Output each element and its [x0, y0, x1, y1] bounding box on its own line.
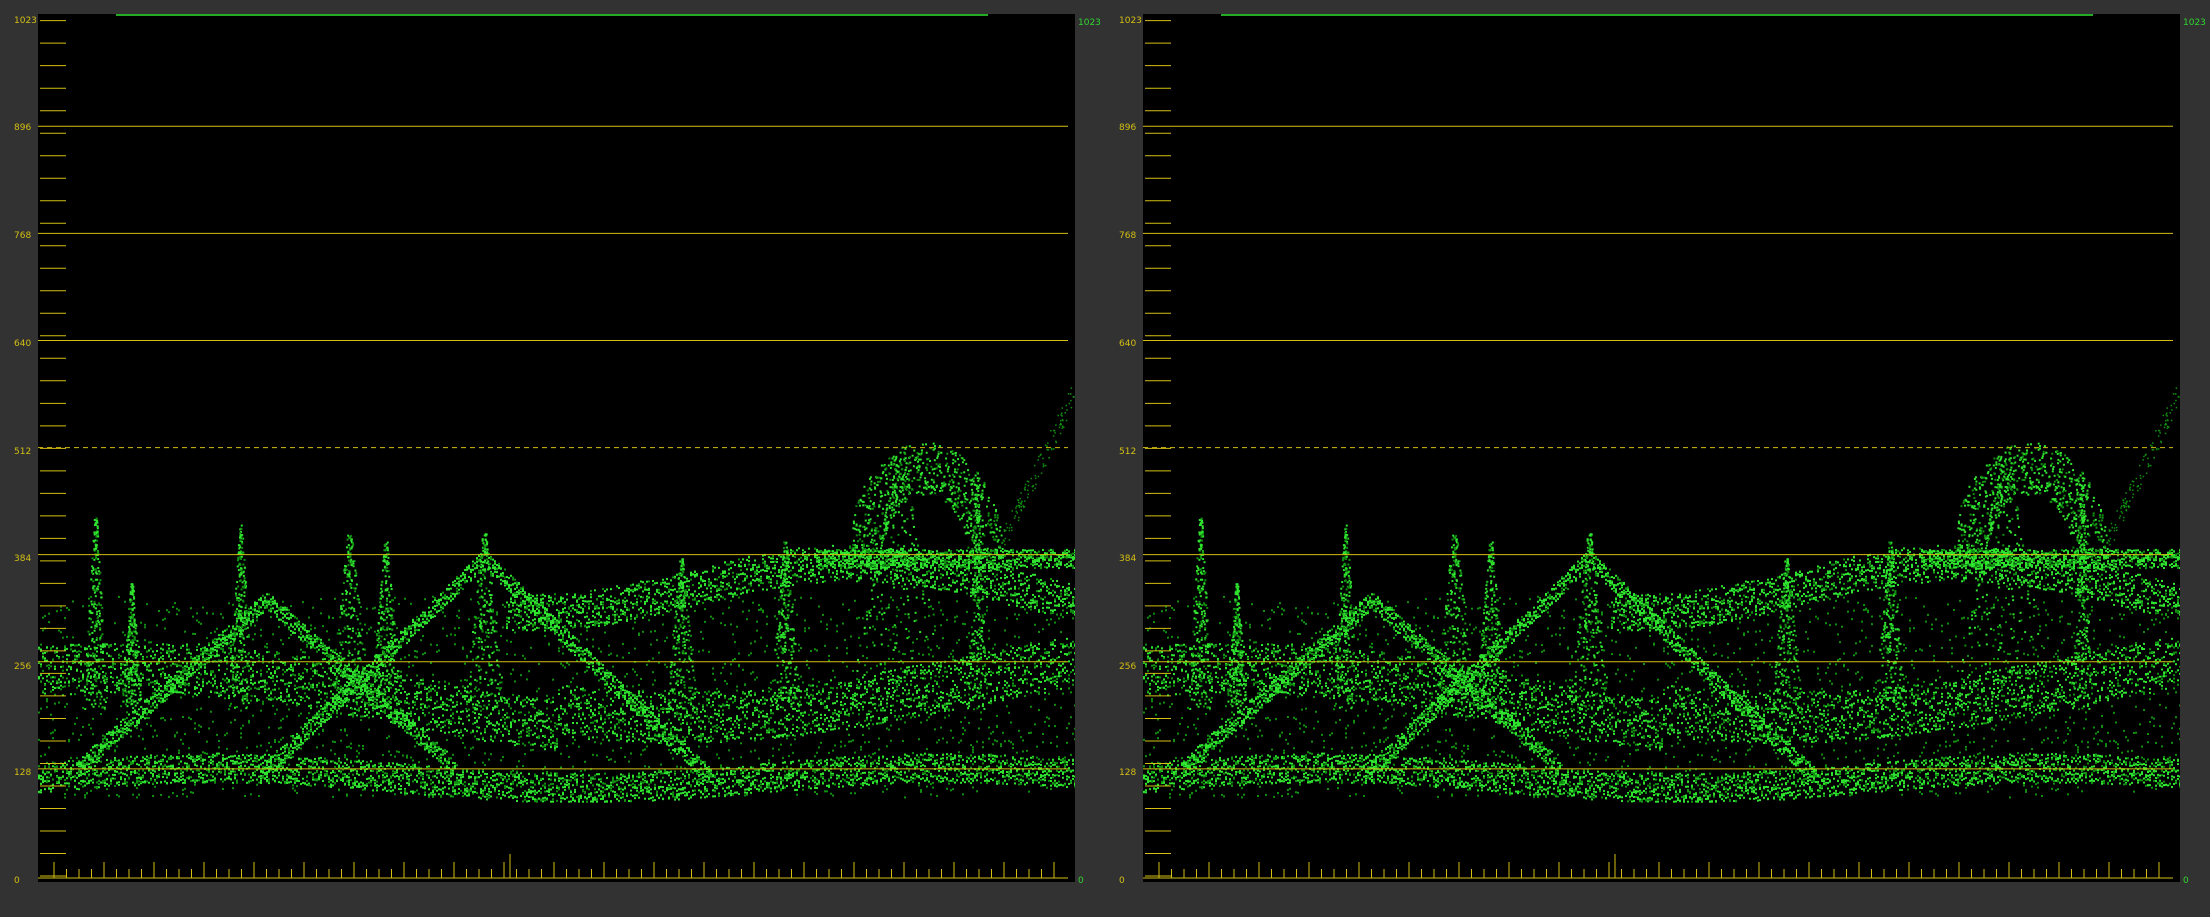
right-y-label-1023: 1023 [1105, 16, 1142, 26]
left-y-label-768: 768 [0, 231, 34, 241]
waveform-trace [1143, 387, 2180, 803]
left-y-label-896: 896 [0, 123, 34, 133]
left-right-label-0: 0 [1078, 876, 1084, 886]
right-y-label-256: 256 [1105, 662, 1139, 672]
right-y-label-768: 768 [1105, 231, 1139, 241]
left-y-label-0: 0 [0, 876, 34, 886]
waveform-monitor-app: 1023 896 768 640 512 384 256 128 0 1023 … [0, 0, 2210, 917]
left-y-label-256: 256 [0, 662, 34, 672]
left-right-label-1023: 1023 [1078, 18, 1101, 28]
left-y-label-128: 128 [0, 768, 34, 778]
left-y-label-512: 512 [0, 447, 34, 457]
right-y-label-896: 896 [1105, 123, 1139, 133]
waveform-graph-left [38, 14, 1075, 879]
right-y-label-512: 512 [1105, 447, 1139, 457]
right-y-label-128: 128 [1105, 768, 1139, 778]
waveform-scope-left [38, 14, 1075, 882]
right-right-label-1023: 1023 [2183, 18, 2206, 28]
right-y-label-640: 640 [1105, 339, 1139, 349]
left-y-label-640: 640 [0, 339, 34, 349]
right-y-label-384: 384 [1105, 554, 1139, 564]
waveform-graph-right [1143, 14, 2180, 879]
right-y-label-0: 0 [1105, 876, 1139, 886]
right-right-label-0: 0 [2183, 876, 2189, 886]
left-y-label-384: 384 [0, 554, 34, 564]
waveform-trace [38, 387, 1075, 803]
waveform-scope-right [1143, 14, 2180, 882]
left-y-label-1023: 1023 [0, 16, 37, 26]
